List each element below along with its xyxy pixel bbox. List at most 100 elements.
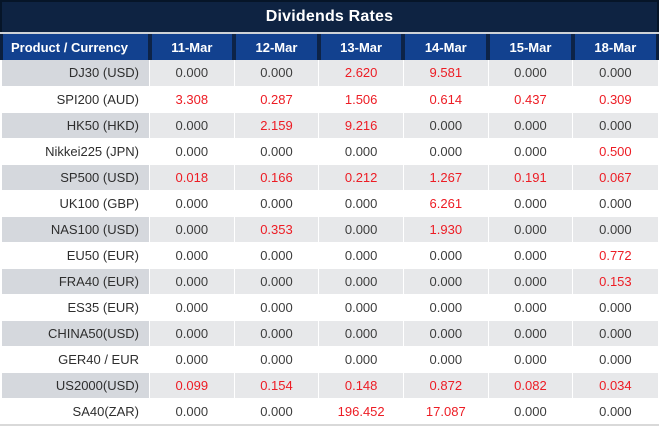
dividend-value-cell: 0.000 [488,190,573,216]
dividend-value-cell: 0.500 [573,138,658,164]
dividend-value-cell: 0.000 [234,346,319,372]
table-row: EU50 (EUR)0.0000.0000.0000.0000.0000.772 [2,242,658,268]
table-row: US2000(USD)0.0990.1540.1480.8720.0820.03… [2,372,658,398]
dividend-value-cell: 9.216 [319,112,404,138]
header-row: Product / Currency 11-Mar12-Mar13-Mar14-… [2,34,658,60]
dividend-value-cell: 0.000 [150,242,235,268]
dividend-value-cell: 0.000 [403,320,488,346]
dividend-value-cell: 0.000 [403,242,488,268]
table-row: Nikkei225 (JPN)0.0000.0000.0000.0000.000… [2,138,658,164]
dividend-value-cell: 0.000 [573,216,658,242]
dividend-value-cell: 0.000 [234,294,319,320]
dividend-value-cell: 0.000 [150,346,235,372]
dividend-value-cell: 0.000 [234,398,319,424]
product-cell: Nikkei225 (JPN) [2,138,150,164]
dividend-value-cell: 0.000 [319,190,404,216]
dividend-value-cell: 0.000 [319,242,404,268]
table-row: NAS100 (USD)0.0000.3530.0001.9300.0000.0… [2,216,658,242]
dividend-value-cell: 1.267 [403,164,488,190]
table-row: HK50 (HKD)0.0002.1599.2160.0000.0000.000 [2,112,658,138]
dividend-value-cell: 1.506 [319,86,404,112]
product-cell: FRA40 (EUR) [2,268,150,294]
dividend-value-cell: 0.000 [573,60,658,86]
dividend-value-cell: 0.000 [488,112,573,138]
dividend-value-cell: 0.000 [234,320,319,346]
dividend-value-cell: 0.000 [573,190,658,216]
product-cell: DJ30 (USD) [2,60,150,86]
product-cell: SP500 (USD) [2,164,150,190]
dividend-value-cell: 0.000 [488,398,573,424]
table-title: Dividends Rates [266,8,393,26]
dividend-value-cell: 0.034 [573,372,658,398]
dividend-value-cell: 0.000 [488,60,573,86]
product-cell: EU50 (EUR) [2,242,150,268]
dividend-value-cell: 0.000 [319,294,404,320]
dividends-rates-table: Dividends Rates Product / Currency 11-Ma… [0,0,659,426]
dividend-value-cell: 0.191 [488,164,573,190]
table-row: ES35 (EUR)0.0000.0000.0000.0000.0000.000 [2,294,658,320]
table-row: GER40 / EUR0.0000.0000.0000.0000.0000.00… [2,346,658,372]
dividend-value-cell: 0.000 [319,268,404,294]
dividend-value-cell: 0.000 [234,60,319,86]
dividend-value-cell: 0.000 [403,294,488,320]
dividend-value-cell: 0.000 [319,216,404,242]
dividend-value-cell: 0.000 [488,320,573,346]
dividend-value-cell: 2.620 [319,60,404,86]
dividend-value-cell: 0.000 [319,138,404,164]
product-cell: HK50 (HKD) [2,112,150,138]
product-cell: UK100 (GBP) [2,190,150,216]
dividend-value-cell: 0.000 [488,294,573,320]
dividend-value-cell: 0.153 [573,268,658,294]
dividend-value-cell: 0.000 [234,268,319,294]
table-row: DJ30 (USD)0.0000.0002.6209.5810.0000.000 [2,60,658,86]
dividend-value-cell: 0.000 [150,294,235,320]
column-header-date: 14-Mar [403,34,488,60]
dividend-value-cell: 0.000 [488,216,573,242]
dividend-value-cell: 0.000 [234,190,319,216]
table-row: SA40(ZAR)0.0000.000196.45217.0870.0000.0… [2,398,658,424]
dividend-value-cell: 0.000 [403,268,488,294]
dividend-value-cell: 0.000 [150,60,235,86]
dividend-value-cell: 0.000 [319,320,404,346]
dividend-value-cell: 0.099 [150,372,235,398]
dividend-value-cell: 0.000 [403,346,488,372]
dividend-value-cell: 0.000 [150,190,235,216]
column-header-date: 15-Mar [488,34,573,60]
column-header-date: 18-Mar [573,34,658,60]
dividend-value-cell: 0.309 [573,86,658,112]
dividend-value-cell: 0.000 [573,320,658,346]
dividend-value-cell: 196.452 [319,398,404,424]
dividend-value-cell: 0.000 [403,112,488,138]
dividend-value-cell: 6.261 [403,190,488,216]
product-cell: US2000(USD) [2,372,150,398]
product-cell: SPI200 (AUD) [2,86,150,112]
dividend-value-cell: 0.000 [150,268,235,294]
table-row: UK100 (GBP)0.0000.0000.0006.2610.0000.00… [2,190,658,216]
dividend-value-cell: 0.018 [150,164,235,190]
table-title-bar: Dividends Rates [0,0,659,32]
dividend-value-cell: 9.581 [403,60,488,86]
dividend-value-cell: 2.159 [234,112,319,138]
dividend-value-cell: 3.308 [150,86,235,112]
dividend-value-cell: 0.437 [488,86,573,112]
dividend-value-cell: 0.154 [234,372,319,398]
product-cell: GER40 / EUR [2,346,150,372]
dividend-value-cell: 0.148 [319,372,404,398]
dividend-value-cell: 0.067 [573,164,658,190]
product-cell: SA40(ZAR) [2,398,150,424]
column-header-product-currency: Product / Currency [2,34,150,60]
dividend-value-cell: 0.000 [150,320,235,346]
dividend-value-cell: 0.000 [488,138,573,164]
dividend-value-cell: 0.000 [403,138,488,164]
product-cell: ES35 (EUR) [2,294,150,320]
dividend-value-cell: 0.287 [234,86,319,112]
rates-grid: Product / Currency 11-Mar12-Mar13-Mar14-… [0,34,659,425]
dividend-value-cell: 0.000 [573,294,658,320]
dividend-value-cell: 0.353 [234,216,319,242]
column-header-date: 11-Mar [150,34,235,60]
dividend-value-cell: 0.000 [234,242,319,268]
dividend-value-cell: 0.000 [573,398,658,424]
dividend-value-cell: 0.000 [234,138,319,164]
table-row: SP500 (USD)0.0180.1660.2121.2670.1910.06… [2,164,658,190]
dividend-value-cell: 0.000 [488,242,573,268]
